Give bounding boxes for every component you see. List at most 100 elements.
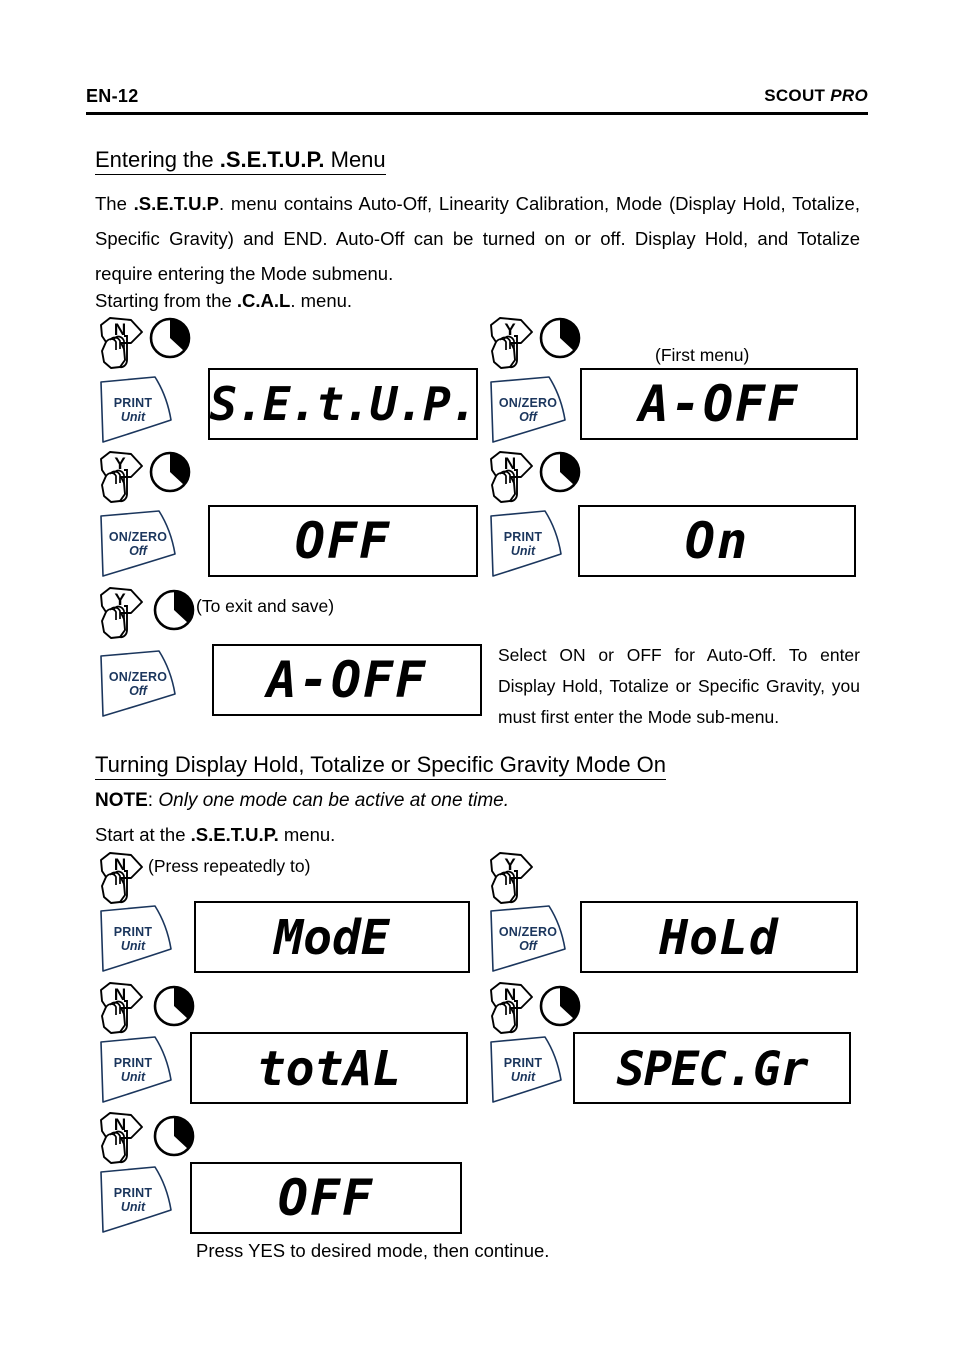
lcd-text-mode: ModE [272, 910, 391, 966]
lcd-display-hold: HoLd [580, 901, 858, 973]
hand-answer-label: Y [114, 454, 126, 473]
press-repeatedly-caption: (Press repeatedly to) [148, 856, 311, 876]
lcd-value: OFF [278, 1169, 374, 1227]
manual-page: EN-12 SCOUT PRO Entering the .S.E.T.U.P.… [0, 0, 954, 1354]
lcd-text-hold: HoLd [658, 910, 779, 966]
lcd-display-off-2: OFF [190, 1162, 462, 1234]
press-and-hold-pie-icon-3 [148, 450, 192, 494]
running-head: EN-12 SCOUT PRO [86, 86, 868, 120]
section-1-side-note: Select ON or OFF for Auto-Off. To enter … [498, 645, 860, 727]
lcd-text-on: On [685, 512, 749, 570]
lcd-text-off-2: OFF [278, 1169, 374, 1227]
lcd-text-a-off-1: A-OFF [636, 375, 800, 433]
section-1-heading-post: Menu [324, 147, 386, 172]
section-2-footer-note: Press YES to desired mode, then continue… [196, 1240, 550, 1261]
lcd-text-spec-gr: SPEC.Gr [616, 1042, 810, 1097]
hand-answer-label: Y [504, 855, 516, 874]
key-print-unit-3[interactable]: PRINT Unit [97, 903, 175, 975]
section-2-start-line: Start at the .S.E.T.U.P. menu. [95, 824, 335, 846]
paragraph-setup-token: .S.E.T.U.P [133, 193, 219, 214]
hand-pointer-yes-icon-1: Y [487, 316, 539, 372]
key-print-unit-4[interactable]: PRINT Unit [97, 1034, 175, 1106]
lcd-value: SPEC.Gr [616, 1042, 809, 1097]
hand-pointer-no-icon-5: N [487, 981, 539, 1037]
press-and-hold-pie-icon-6 [152, 984, 196, 1028]
hand-pointer-no-icon-6: N [97, 1111, 149, 1167]
section-2-heading: Turning Display Hold, Totalize or Specif… [95, 752, 667, 780]
press-and-hold-pie-icon [148, 316, 192, 360]
paragraph-lead: The [95, 193, 134, 214]
section-1-heading-bold: .S.E.T.U.P. [219, 147, 325, 172]
lcd-display-spec-gr: SPEC.Gr [573, 1032, 851, 1104]
key-onzero-off-3[interactable]: ON/ZERO Off [97, 648, 183, 720]
lcd-value: S.E.t.U.P. [210, 377, 477, 431]
lcd-value: ModE [272, 910, 391, 966]
key-print-unit-5[interactable]: PRINT Unit [487, 1034, 565, 1106]
key-onzero-off-4[interactable]: ON/ZERO Off [487, 903, 573, 975]
key-onzero-off-1[interactable]: ON/ZERO Off [487, 374, 573, 446]
lcd-display-total: totAL [190, 1032, 468, 1104]
brand-suffix: PRO [830, 86, 868, 105]
start2-post: menu. [278, 824, 336, 845]
note-text: Only one mode can be active at one time. [158, 790, 509, 811]
hand-answer-label: N [504, 454, 516, 473]
exit-and-save-caption: (To exit and save) [196, 596, 335, 616]
press-and-hold-pie-icon-4 [538, 450, 582, 494]
hand-answer-label: N [114, 1115, 126, 1134]
section-2-note: NOTE: Only one mode can be active at one… [95, 790, 509, 812]
lcd-display-off-1: OFF [208, 505, 478, 577]
section-1-paragraph: The .S.E.T.U.P. menu contains Auto-Off, … [95, 186, 860, 291]
hand-pointer-no-icon: N [97, 316, 149, 372]
start-line-cal: .C.A.L [236, 290, 291, 311]
lcd-value: OFF [295, 512, 391, 570]
key-onzero-off-2[interactable]: ON/ZERO Off [97, 508, 183, 580]
hand-answer-label: N [114, 855, 126, 874]
lcd-display-on: On [578, 505, 856, 577]
lcd-value: On [685, 512, 749, 570]
section-1-start-line: Starting from the .C.A.L. menu. [95, 290, 352, 312]
lcd-value: A-OFF [636, 375, 800, 433]
key-print-unit-6[interactable]: PRINT Unit [97, 1164, 175, 1236]
section-1-heading-pre: Entering the [95, 147, 220, 172]
note-label: NOTE [95, 790, 148, 811]
header-divider [86, 112, 868, 115]
hand-answer-label: Y [114, 590, 126, 609]
lcd-text-setup: S.E.t.U.P. [210, 377, 478, 431]
lcd-display-a-off-2: A-OFF [212, 644, 482, 716]
key-print-unit-1[interactable]: PRINT Unit [97, 374, 175, 446]
lcd-display-a-off-1: A-OFF [580, 368, 858, 440]
hand-pointer-no-icon-3: N [97, 851, 149, 907]
lcd-display-mode: ModE [194, 901, 470, 973]
page-number: EN-12 [86, 86, 139, 106]
hand-pointer-no-icon-4: N [97, 981, 149, 1037]
brand-name: SCOUT [764, 86, 826, 105]
hand-pointer-yes-icon-2: Y [97, 450, 149, 506]
start-line-pre: Starting from the [95, 290, 237, 311]
hand-pointer-yes-icon-4: Y [487, 851, 539, 907]
lcd-value: A-OFF [264, 651, 428, 709]
lcd-text-off-1: OFF [295, 512, 391, 570]
hand-pointer-yes-icon-3: Y [97, 586, 149, 642]
start2-pre: Start at the [95, 824, 191, 845]
brand-mark: SCOUT PRO [764, 86, 868, 106]
key-print-unit-2[interactable]: PRINT Unit [487, 508, 565, 580]
lcd-display-setup: S.E.t.U.P. [208, 368, 478, 440]
start-line-post: . menu. [290, 290, 353, 311]
press-and-hold-pie-icon-2 [538, 316, 582, 360]
lcd-value: HoLd [658, 910, 779, 966]
first-menu-caption: (First menu) [655, 345, 750, 365]
hand-answer-label: N [114, 985, 126, 1004]
hand-answer-label: N [504, 985, 516, 1004]
hand-answer-label: Y [504, 320, 516, 339]
note-colon: : [147, 790, 159, 811]
press-and-hold-pie-icon-7 [538, 984, 582, 1028]
hand-answer-label: N [114, 320, 126, 339]
press-and-hold-pie-icon-8 [152, 1114, 196, 1158]
hand-pointer-no-icon-2: N [487, 450, 539, 506]
lcd-text-total: totAL [257, 1041, 402, 1097]
press-and-hold-pie-icon-5 [152, 588, 196, 632]
lcd-value: totAL [257, 1041, 402, 1097]
section-1-heading: Entering the .S.E.T.U.P. Menu [95, 147, 386, 175]
start2-setup: .S.E.T.U.P. [190, 824, 279, 845]
lcd-text-a-off-2: A-OFF [264, 651, 428, 709]
